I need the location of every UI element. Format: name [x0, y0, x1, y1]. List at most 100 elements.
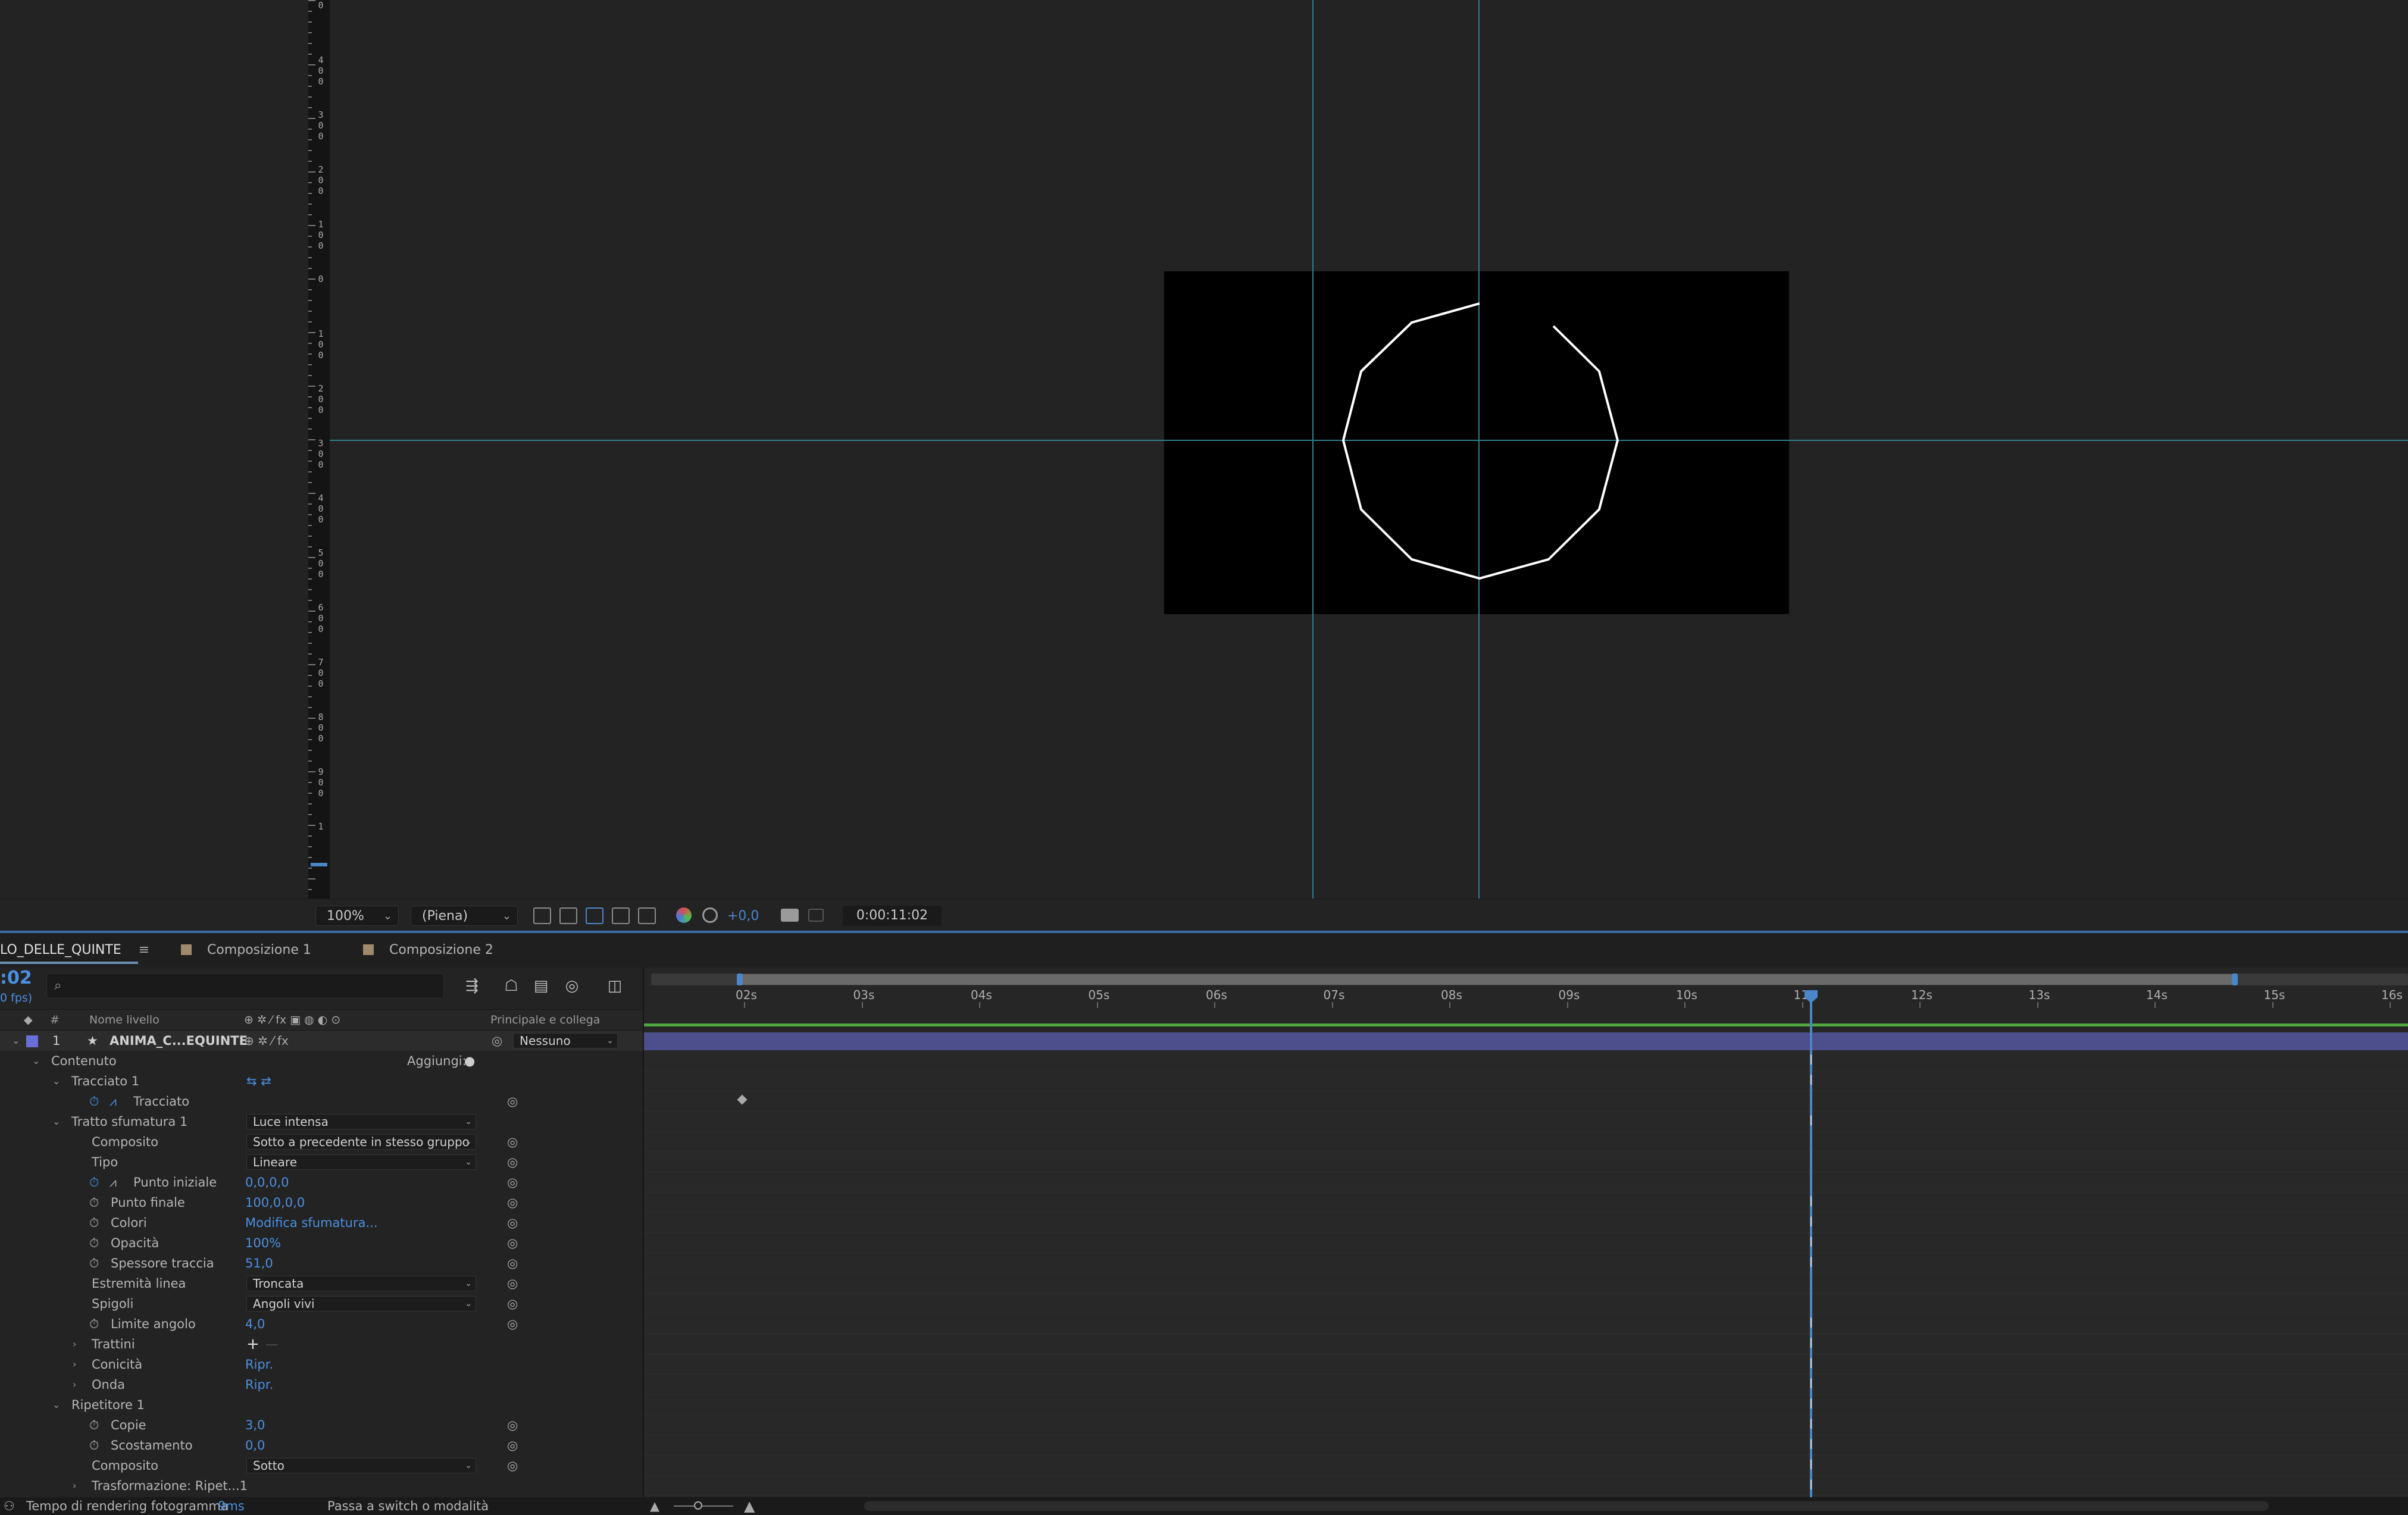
pickwhip-icon[interactable]: ◎: [507, 1435, 518, 1455]
region-of-interest-icon[interactable]: [612, 907, 630, 924]
stopwatch-icon[interactable]: ⏱: [89, 1314, 99, 1334]
tab-composizione-2[interactable]: Composizione 2: [363, 933, 493, 968]
row-conicita[interactable]: › Conicità Ripr.: [0, 1354, 643, 1375]
zoom-in-icon[interactable]: ▲: [744, 1497, 755, 1515]
timeline-track-row[interactable]: [644, 1071, 2408, 1091]
expand-arrow-icon[interactable]: ›: [73, 1334, 76, 1354]
timeline-track-row[interactable]: [644, 1253, 2408, 1273]
shy-layers-icon[interactable]: ☖: [501, 976, 521, 996]
line-cap-select[interactable]: Troncata ⌄: [246, 1276, 476, 1291]
timeline-track-row[interactable]: [644, 1476, 2408, 1496]
miter-limit-value[interactable]: 4,0: [245, 1314, 265, 1334]
timeline-track-row[interactable]: [644, 1314, 2408, 1334]
stopwatch-icon[interactable]: ⏱: [89, 1091, 99, 1112]
stopwatch-icon[interactable]: ⏱: [89, 1253, 99, 1273]
expand-arrow-icon[interactable]: ›: [73, 1476, 76, 1496]
mask-visibility-icon[interactable]: [586, 907, 603, 924]
row-composito-2[interactable]: Composito Sotto ⌄ ◎: [0, 1455, 643, 1476]
timeline-track-row[interactable]: [644, 1051, 2408, 1071]
current-time-display[interactable]: :02: [0, 968, 32, 988]
column-number[interactable]: #: [50, 1010, 60, 1030]
expand-arrow-icon[interactable]: ⌄: [32, 1051, 40, 1071]
layer-name[interactable]: ANIMA_C...EQUINTE: [110, 1031, 248, 1051]
row-spessore[interactable]: ⏱ Spessore traccia 51,0 ◎: [0, 1253, 643, 1273]
row-opacita[interactable]: ⏱ Opacità 100% ◎: [0, 1233, 643, 1253]
pickwhip-icon[interactable]: ◎: [507, 1192, 518, 1213]
taper-reset-link[interactable]: Ripr.: [245, 1354, 273, 1375]
column-parent[interactable]: Principale e collega: [490, 1010, 600, 1030]
reset-exposure-icon[interactable]: [702, 907, 718, 923]
timeline-track-row[interactable]: [644, 1415, 2408, 1435]
exposure-value[interactable]: +0,0: [727, 906, 759, 926]
stroke-width-value[interactable]: 51,0: [245, 1253, 273, 1273]
row-trasformazione[interactable]: › Trasformazione: Ripet...1: [0, 1476, 643, 1496]
horizontal-scrollbar[interactable]: [864, 1501, 2269, 1511]
add-dash-icon[interactable]: +: [246, 1334, 259, 1354]
punto-finale-value[interactable]: 100,0,0,0: [245, 1192, 305, 1213]
time-ruler[interactable]: [644, 988, 2408, 1009]
layer-row-1[interactable]: ⌄ 1 ★ ANIMA_C...EQUINTE ⊕ ✲ ⁄ fx ◎ Nessu…: [0, 1031, 643, 1051]
row-ripetitore[interactable]: ⌄ Ripetitore 1: [0, 1395, 643, 1415]
row-punto-iniziale[interactable]: ⏱ ⩘ Punto iniziale 0,0,0,0 ◎: [0, 1172, 643, 1192]
pickwhip-icon[interactable]: ◎: [507, 1273, 518, 1294]
expand-arrow-icon[interactable]: ⌄: [52, 1112, 60, 1132]
column-layer-name[interactable]: Nome livello: [89, 1010, 160, 1030]
fast-preview-icon[interactable]: [533, 907, 551, 924]
show-snapshot-icon[interactable]: [808, 909, 824, 922]
edit-gradient-link[interactable]: Modifica sfumatura...: [245, 1213, 378, 1233]
row-scostamento[interactable]: ⏱ Scostamento 0,0 ◎: [0, 1435, 643, 1455]
pickwhip-icon[interactable]: ◎: [507, 1233, 518, 1253]
row-spigoli[interactable]: Spigoli Angoli vivi ⌄ ◎: [0, 1294, 643, 1314]
row-tratto-sfumatura[interactable]: ⌄ Tratto sfumatura 1 Luce intensa ⌄: [0, 1112, 643, 1132]
timeline-track-row[interactable]: [644, 1435, 2408, 1455]
current-time-indicator-head[interactable]: [1803, 989, 1819, 1004]
pickwhip-icon[interactable]: ◎: [507, 1415, 518, 1435]
expand-arrow-icon[interactable]: ⌄: [52, 1395, 60, 1415]
remove-dash-icon[interactable]: —: [265, 1334, 278, 1354]
timeline-track-row[interactable]: [644, 1213, 2408, 1233]
path-direction-icons[interactable]: ⇆ ⇄: [246, 1071, 271, 1091]
pickwhip-icon[interactable]: ◎: [507, 1132, 518, 1152]
pickwhip-icon[interactable]: ◎: [507, 1152, 518, 1172]
stopwatch-icon[interactable]: ⏱: [89, 1415, 99, 1435]
timeline-track-row[interactable]: [644, 1455, 2408, 1476]
pickwhip-icon[interactable]: ◎: [507, 1455, 518, 1476]
label-tag-icon[interactable]: ◆: [24, 1010, 33, 1030]
parent-select[interactable]: Nessuno ⌄: [513, 1033, 618, 1048]
viewer-timecode[interactable]: 0:00:11:02: [843, 906, 942, 926]
offset-value[interactable]: 0,0: [245, 1435, 265, 1455]
row-composito[interactable]: Composito Sotto a precedente in stesso g…: [0, 1132, 643, 1152]
row-contenuto[interactable]: ⌄ Contenuto Aggiungi: ●: [0, 1051, 643, 1071]
type-select[interactable]: Lineare ⌄: [246, 1154, 476, 1170]
timeline-track-row[interactable]: [644, 1091, 2408, 1112]
stopwatch-icon[interactable]: ⏱: [89, 1435, 99, 1455]
stopwatch-icon[interactable]: ⏱: [89, 1172, 99, 1192]
resolution-select[interactable]: (Piena) ⌄: [411, 906, 518, 926]
composition-mini-flowchart-icon[interactable]: ⇶: [462, 976, 482, 996]
row-tracciato-1[interactable]: ⌄ Tracciato 1 ⇆ ⇄: [0, 1071, 643, 1091]
stopwatch-icon[interactable]: ⏱: [89, 1233, 99, 1253]
row-punto-finale[interactable]: ⏱ Punto finale 100,0,0,0 ◎: [0, 1192, 643, 1213]
line-join-select[interactable]: Angoli vivi ⌄: [246, 1296, 476, 1311]
row-estremita[interactable]: Estremità linea Troncata ⌄ ◎: [0, 1273, 643, 1294]
transparency-grid-icon[interactable]: [559, 907, 577, 924]
channel-icon[interactable]: [676, 907, 692, 923]
timeline-track-row[interactable]: [644, 1273, 2408, 1294]
timeline-track-row[interactable]: [644, 1152, 2408, 1172]
expand-arrow-icon[interactable]: ⌄: [12, 1031, 20, 1051]
row-limite-angolo[interactable]: ⏱ Limite angolo 4,0 ◎: [0, 1314, 643, 1334]
zoom-out-icon[interactable]: ▲: [650, 1497, 659, 1515]
wave-reset-link[interactable]: Ripr.: [245, 1375, 273, 1395]
copies-value[interactable]: 3,0: [245, 1415, 265, 1435]
render-time-icon[interactable]: ⚇: [4, 1497, 15, 1515]
pickwhip-icon[interactable]: ◎: [507, 1314, 518, 1334]
opacity-value[interactable]: 100%: [245, 1233, 281, 1253]
pickwhip-icon[interactable]: ◎: [507, 1294, 518, 1314]
pickwhip-icon[interactable]: ◎: [507, 1213, 518, 1233]
vertical-ruler[interactable]: 0 4 0 0 3 0 0 2 0 0 1 0 0 0 1 0 0 2 0 0 3 0 0 4 0…: [308, 0, 330, 899]
layer-switches-icons[interactable]: ⊕ ✲ ⁄ fx: [244, 1031, 289, 1051]
timeline-track-row[interactable]: [644, 1233, 2408, 1253]
tab-composizione-1[interactable]: Composizione 1: [181, 933, 311, 968]
timeline-zoom-handle[interactable]: [694, 1501, 702, 1510]
layer-search-input[interactable]: ⌕: [46, 974, 444, 998]
